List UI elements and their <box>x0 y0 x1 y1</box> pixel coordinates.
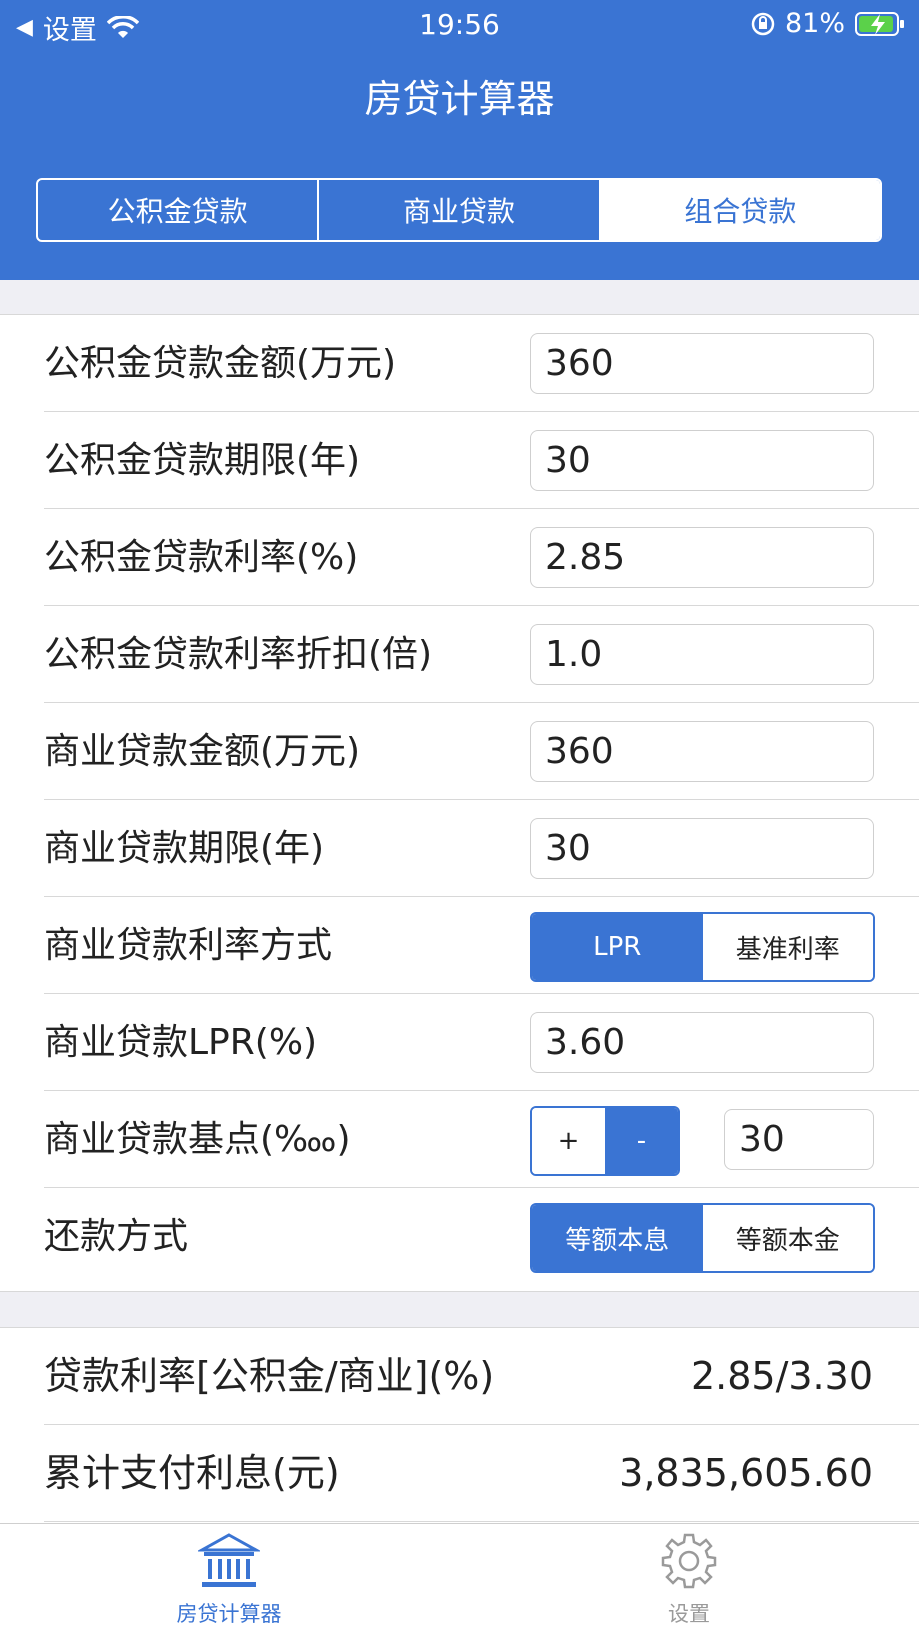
biz-amount-label: 商业贷款金额(万元) <box>44 731 361 772</box>
result-rate-value: 2.85/3.30 <box>690 1354 873 1398</box>
result-interest-value: 3,835,605.60 <box>619 1451 873 1495</box>
rotation-lock-icon <box>751 12 775 35</box>
tabbar-item-calculator[interactable]: 房贷计算器 <box>129 1532 329 1628</box>
fund-amount-input[interactable]: 360 <box>530 333 874 394</box>
biz-rate-mode-label: 商业贷款利率方式 <box>44 925 333 966</box>
results-panel: 贷款利率[公积金/商业](%) 2.85/3.30 累计支付利息(元) 3,83… <box>0 1327 919 1523</box>
battery-percent: 81% <box>784 8 845 39</box>
tab-bar: 房贷计算器 设置 <box>0 1523 919 1634</box>
biz-bp-input[interactable]: 30 <box>724 1109 874 1170</box>
form-row-fund-discount: 公积金贷款利率折扣(倍) 1.0 <box>44 606 919 703</box>
fund-rate-input[interactable]: 2.85 <box>530 527 874 588</box>
fund-discount-label: 公积金贷款利率折扣(倍) <box>44 634 433 675</box>
form-row-biz-term: 商业贷款期限(年) 30 <box>44 800 919 897</box>
battery-charging-icon <box>855 11 904 36</box>
form-row-biz-lpr: 商业贷款LPR(%) 3.60 <box>44 994 919 1091</box>
tab-combined-loan[interactable]: 组合贷款 <box>598 180 880 240</box>
bp-stepper: + - <box>530 1106 680 1176</box>
repay-equal-principal-button[interactable]: 等额本金 <box>702 1205 873 1271</box>
rate-mode-base-button[interactable]: 基准利率 <box>702 914 873 980</box>
bp-plus-button[interactable]: + <box>532 1108 605 1174</box>
rate-mode-lpr-button[interactable]: LPR <box>532 914 703 980</box>
header: ◀ 设置 19:56 81% 房贷计算器 公积金贷款 商业贷款 组合贷款 <box>0 0 919 280</box>
status-bar: ◀ 设置 19:56 81% <box>0 0 919 46</box>
loan-form: 公积金贷款金额(万元) 360 公积金贷款期限(年) 30 公积金贷款利率(%)… <box>0 314 919 1292</box>
tab-commercial-loan[interactable]: 商业贷款 <box>317 180 598 240</box>
biz-lpr-label: 商业贷款LPR(%) <box>44 1022 318 1063</box>
biz-lpr-input[interactable]: 3.60 <box>530 1012 874 1073</box>
form-row-biz-amount: 商业贷款金额(万元) 360 <box>44 703 919 800</box>
tabbar-calculator-label: 房贷计算器 <box>176 1602 282 1626</box>
fund-discount-input[interactable]: 1.0 <box>530 624 874 685</box>
fund-term-input[interactable]: 30 <box>530 430 874 491</box>
bank-building-icon <box>196 1533 262 1587</box>
biz-bp-label: 商业贷款基点(‱) <box>44 1119 351 1160</box>
fund-rate-label: 公积金贷款利率(%) <box>44 537 359 578</box>
gear-icon <box>661 1533 717 1589</box>
form-row-fund-amount: 公积金贷款金额(万元) 360 <box>44 315 919 412</box>
form-row-biz-bp: 商业贷款基点(‱) + - 30 <box>44 1091 919 1188</box>
loan-type-segmented-control: 公积金贷款 商业贷款 组合贷款 <box>36 178 882 242</box>
repay-method-label: 还款方式 <box>44 1216 189 1257</box>
bp-minus-button[interactable]: - <box>605 1108 678 1174</box>
tabbar-item-settings[interactable]: 设置 <box>589 1532 789 1628</box>
biz-term-label: 商业贷款期限(年) <box>44 828 325 869</box>
form-row-repay-method: 还款方式 等额本息 等额本金 <box>44 1188 919 1285</box>
biz-amount-input[interactable]: 360 <box>530 721 874 782</box>
tab-fund-loan[interactable]: 公积金贷款 <box>38 180 317 240</box>
rate-mode-toggle: LPR 基准利率 <box>530 912 875 982</box>
biz-term-input[interactable]: 30 <box>530 818 874 879</box>
form-row-biz-rate-mode: 商业贷款利率方式 LPR 基准利率 <box>44 897 919 994</box>
page-title: 房贷计算器 <box>364 77 555 121</box>
fund-term-label: 公积金贷款期限(年) <box>44 440 361 481</box>
form-row-fund-term: 公积金贷款期限(年) 30 <box>44 412 919 509</box>
repay-method-toggle: 等额本息 等额本金 <box>530 1203 875 1273</box>
tabbar-settings-label: 设置 <box>668 1602 710 1626</box>
result-rate-label: 贷款利率[公积金/商业](%) <box>44 1354 495 1398</box>
form-row-fund-rate: 公积金贷款利率(%) 2.85 <box>44 509 919 606</box>
result-interest-label: 累计支付利息(元) <box>44 1451 340 1495</box>
fund-amount-label: 公积金贷款金额(万元) <box>44 343 397 384</box>
repay-equal-payment-button[interactable]: 等额本息 <box>532 1205 703 1271</box>
